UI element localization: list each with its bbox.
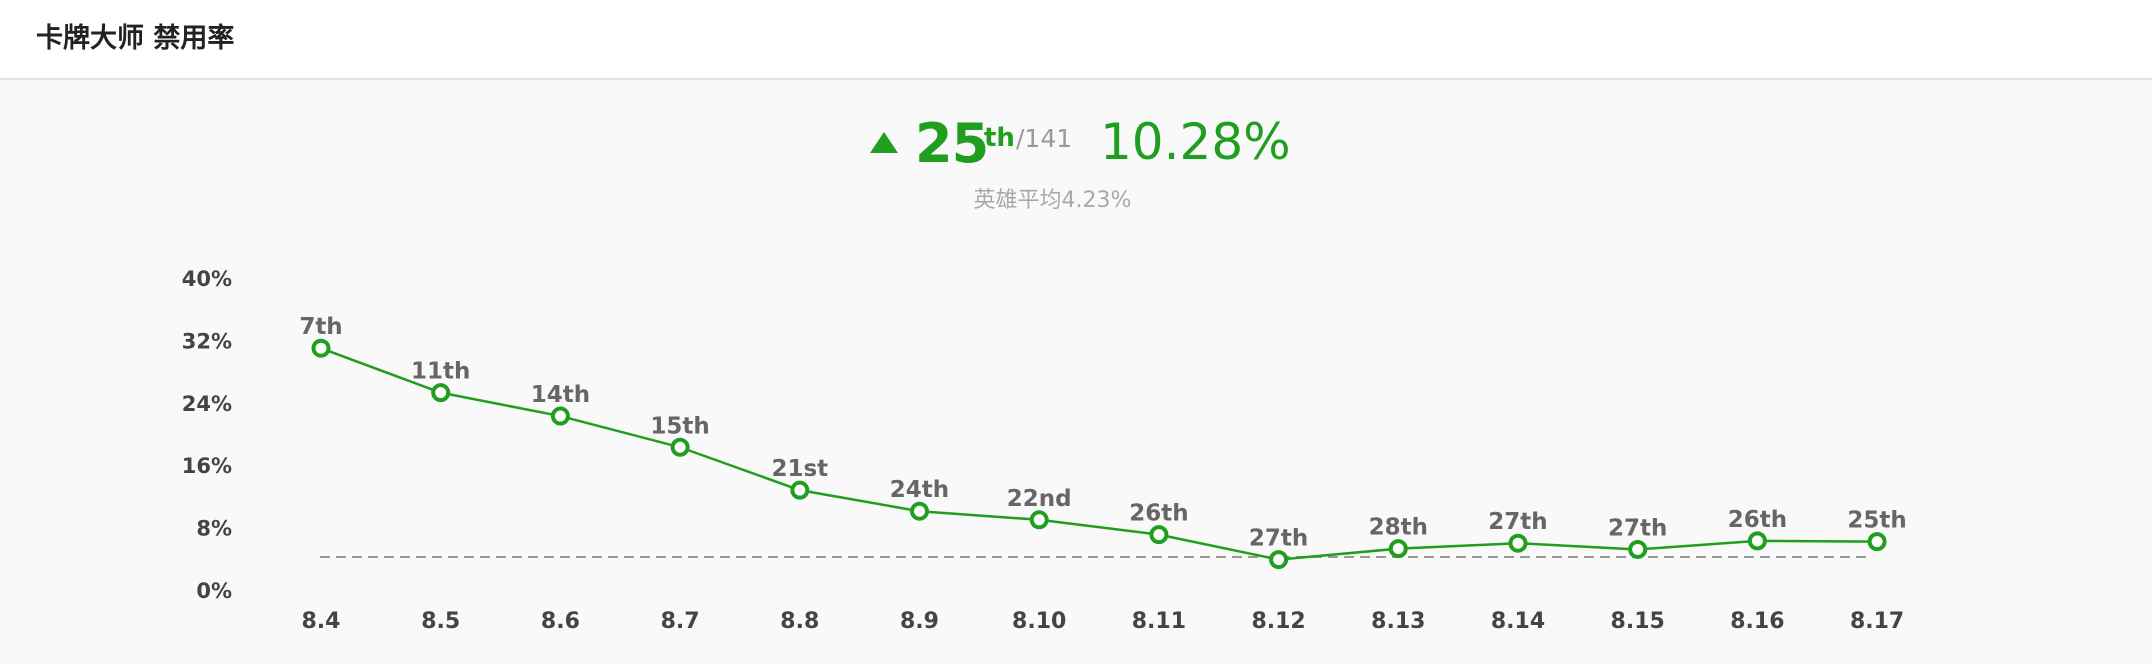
y-tick-label: 8% xyxy=(196,517,232,541)
x-tick-label: 8.5 xyxy=(421,609,460,634)
data-point xyxy=(550,406,570,426)
x-tick-label: 8.7 xyxy=(661,609,700,634)
data-label: 14th xyxy=(531,382,590,408)
x-tick-label: 8.4 xyxy=(302,609,341,634)
x-tick-label: 8.16 xyxy=(1730,609,1784,634)
data-point xyxy=(1149,525,1169,545)
y-tick-label: 24% xyxy=(182,392,232,416)
data-point xyxy=(910,501,929,521)
x-tick-label: 8.14 xyxy=(1491,609,1545,634)
data-label: 7th xyxy=(299,314,342,340)
data-label: 24th xyxy=(890,477,949,503)
data-point xyxy=(1269,550,1289,570)
data-point xyxy=(1867,532,1887,552)
x-tick-label: 8.15 xyxy=(1611,609,1665,634)
data-label: 27th xyxy=(1608,515,1667,541)
data-label: 11th xyxy=(411,359,470,385)
x-tick-label: 8.12 xyxy=(1251,609,1305,634)
data-label: 21st xyxy=(771,456,828,482)
data-label: 26th xyxy=(1728,507,1787,533)
data-point xyxy=(1508,533,1528,553)
data-point xyxy=(670,437,690,457)
x-tick-label: 8.11 xyxy=(1132,609,1186,634)
data-point xyxy=(1628,539,1648,559)
data-label: 27th xyxy=(1488,509,1547,535)
data-label: 28th xyxy=(1369,515,1428,541)
data-point xyxy=(431,383,451,403)
data-point xyxy=(1029,510,1049,530)
ban-rate-line-chart: 0% 8% 16% 24% 32% 40% 8.4 8.5 8.6 8.7 8.8 8.9 8.10 8.… xyxy=(182,267,1907,634)
x-tick-label: 8.10 xyxy=(1012,609,1066,634)
x-tick-label: 8.6 xyxy=(541,609,580,634)
data-label: 26th xyxy=(1129,501,1188,527)
data-point xyxy=(311,338,331,358)
x-tick-label: 8.17 xyxy=(1850,609,1904,634)
y-tick-label: 40% xyxy=(182,267,232,291)
data-label: 25th xyxy=(1847,508,1906,534)
data-label: 27th xyxy=(1249,526,1308,552)
data-point xyxy=(790,480,810,500)
data-label: 15th xyxy=(650,413,709,439)
y-tick-label: 0% xyxy=(196,579,232,603)
y-tick-label: 16% xyxy=(182,454,232,478)
x-tick-label: 8.8 xyxy=(780,609,819,634)
y-tick-label: 32% xyxy=(182,329,232,353)
data-label: 22nd xyxy=(1007,486,1072,512)
data-point xyxy=(1747,531,1767,551)
x-tick-label: 8.9 xyxy=(900,609,939,634)
x-tick-label: 8.13 xyxy=(1371,609,1425,634)
data-point xyxy=(1388,539,1408,559)
